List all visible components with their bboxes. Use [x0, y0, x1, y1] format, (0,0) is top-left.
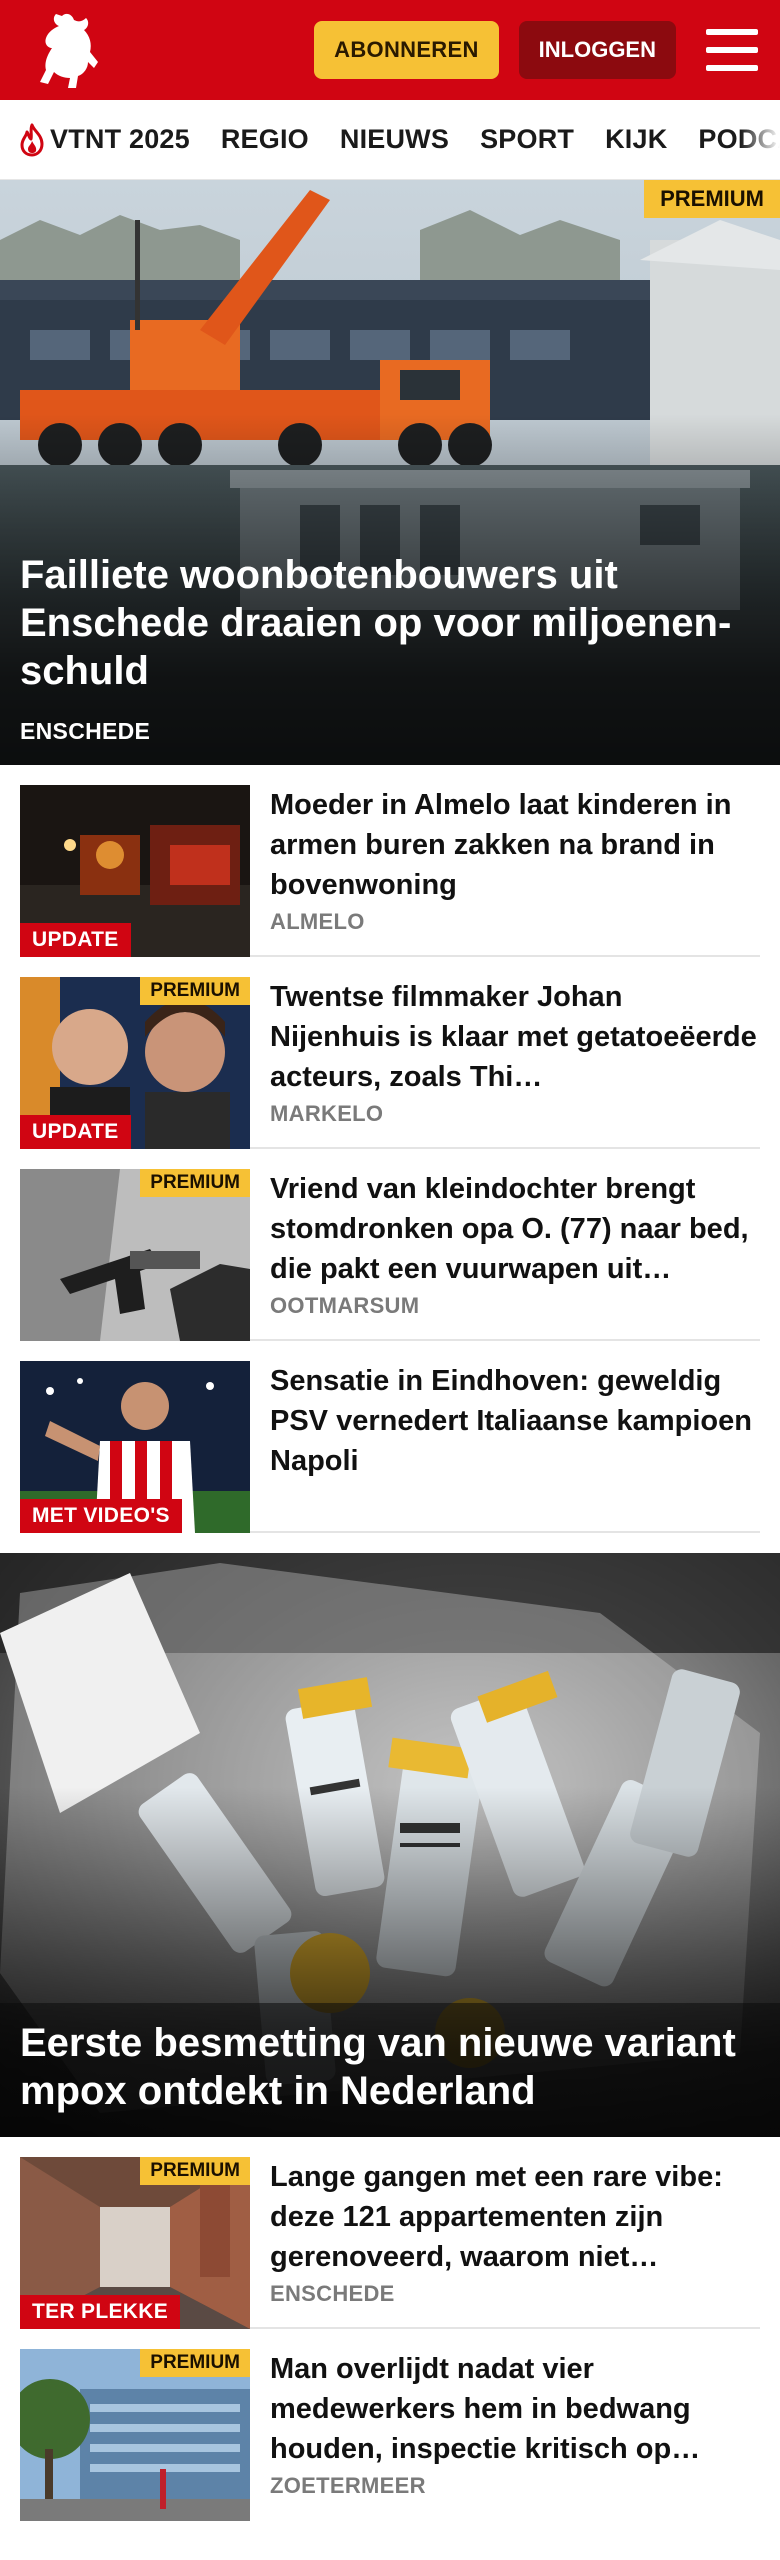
premium-badge: PREMIUM — [140, 2157, 250, 2185]
article-thumbnail: PREMIUM UPDATE — [20, 977, 250, 1149]
hero-title[interactable]: Eerste besmetting van nieuwe variant mpo… — [20, 2019, 740, 2115]
video-label: MET VIDEO'S — [20, 1499, 182, 1533]
list-item[interactable]: PREMIUM Man overlijdt nadat vier medewer… — [20, 2329, 760, 2521]
article-category[interactable]: MARKELO — [270, 1101, 760, 1127]
hero-title[interactable]: Failliete woonbotenbouwers uit Enschede … — [20, 551, 740, 695]
article-text: Twentse filmmaker Johan Nijenhuis is kla… — [250, 977, 760, 1147]
article-text: Lange gangen met een rare vibe: deze 121… — [250, 2157, 760, 2327]
nav-item-regio[interactable]: REGIO — [221, 124, 309, 155]
menu-icon[interactable] — [706, 29, 758, 71]
article-thumbnail: PREMIUM — [20, 2349, 250, 2521]
list-item[interactable]: UPDATE Moeder in Almelo laat kinderen in… — [20, 765, 760, 957]
premium-badge: PREMIUM — [644, 180, 780, 218]
nav-item-sport[interactable]: SPORT — [480, 124, 574, 155]
article-category[interactable]: OOTMARSUM — [270, 1293, 760, 1319]
list-item[interactable]: PREMIUM TER PLEKKE Lange gangen met een … — [20, 2137, 760, 2329]
hero-article[interactable]: PREMIUM Failliete woonbotenbouwers uit E… — [0, 180, 780, 765]
article-text: Sensatie in Eindhoven: geweldig PSV vern… — [250, 1361, 760, 1531]
article-thumbnail: PREMIUM — [20, 1169, 250, 1341]
nav-label: VTNT 2025 — [50, 124, 190, 154]
article-thumbnail: MET VIDEO'S — [20, 1361, 250, 1533]
article-text: Man overlijdt nadat vier medewerkers hem… — [250, 2349, 760, 2521]
nav-item-kijk[interactable]: KIJK — [605, 124, 667, 155]
update-label: UPDATE — [20, 923, 131, 957]
article-title[interactable]: Man overlijdt nadat vier medewerkers hem… — [270, 2349, 760, 2469]
nav-fade — [740, 100, 780, 179]
hero-article-2[interactable]: Eerste besmetting van nieuwe variant mpo… — [0, 1553, 780, 2137]
site-header: ABONNEREN INLOGGEN — [0, 0, 780, 100]
ter-plekke-label: TER PLEKKE — [20, 2295, 181, 2329]
list-item[interactable]: PREMIUM Vriend van kleindochter brengt s… — [20, 1149, 760, 1341]
article-category[interactable]: ALMELO — [270, 909, 760, 935]
article-title[interactable]: Sensatie in Eindhoven: geweldig PSV vern… — [270, 1361, 760, 1481]
premium-badge: PREMIUM — [140, 977, 250, 1005]
subscribe-button[interactable]: ABONNEREN — [314, 21, 499, 79]
article-thumbnail: PREMIUM TER PLEKKE — [20, 2157, 250, 2329]
nav-item-nieuws[interactable]: NIEUWS — [340, 124, 449, 155]
premium-badge: PREMIUM — [140, 2349, 250, 2377]
article-title[interactable]: Vriend van kleindochter brengt stomdronk… — [270, 1169, 760, 1289]
article-text: Vriend van kleindochter brengt stomdronk… — [250, 1169, 760, 1339]
premium-badge: PREMIUM — [140, 1169, 250, 1197]
article-title[interactable]: Moeder in Almelo laat kinderen in armen … — [270, 785, 760, 905]
article-category[interactable]: ENSCHEDE — [270, 2281, 760, 2307]
article-title[interactable]: Lange gangen met een rare vibe: deze 121… — [270, 2157, 760, 2277]
article-title[interactable]: Twentse filmmaker Johan Nijenhuis is kla… — [270, 977, 760, 1097]
horse-logo-icon[interactable] — [26, 8, 106, 92]
login-button[interactable]: INLOGGEN — [518, 21, 676, 79]
list-item[interactable]: MET VIDEO'S Sensatie in Eindhoven: gewel… — [20, 1341, 760, 1533]
flame-icon — [20, 123, 44, 156]
article-category[interactable]: ZOETERMEER — [270, 2473, 760, 2499]
article-thumbnail: UPDATE — [20, 785, 250, 957]
update-label: UPDATE — [20, 1115, 131, 1149]
hero-category[interactable]: ENSCHEDE — [20, 718, 150, 745]
nav-item-vtnt[interactable]: VTNT 2025 — [18, 123, 190, 157]
article-text: Moeder in Almelo laat kinderen in armen … — [250, 785, 760, 955]
list-item[interactable]: PREMIUM UPDATE Twentse filmmaker Johan N… — [20, 957, 760, 1149]
main-nav: VTNT 2025 REGIO NIEUWS SPORT KIJK PODCAS… — [0, 100, 780, 180]
